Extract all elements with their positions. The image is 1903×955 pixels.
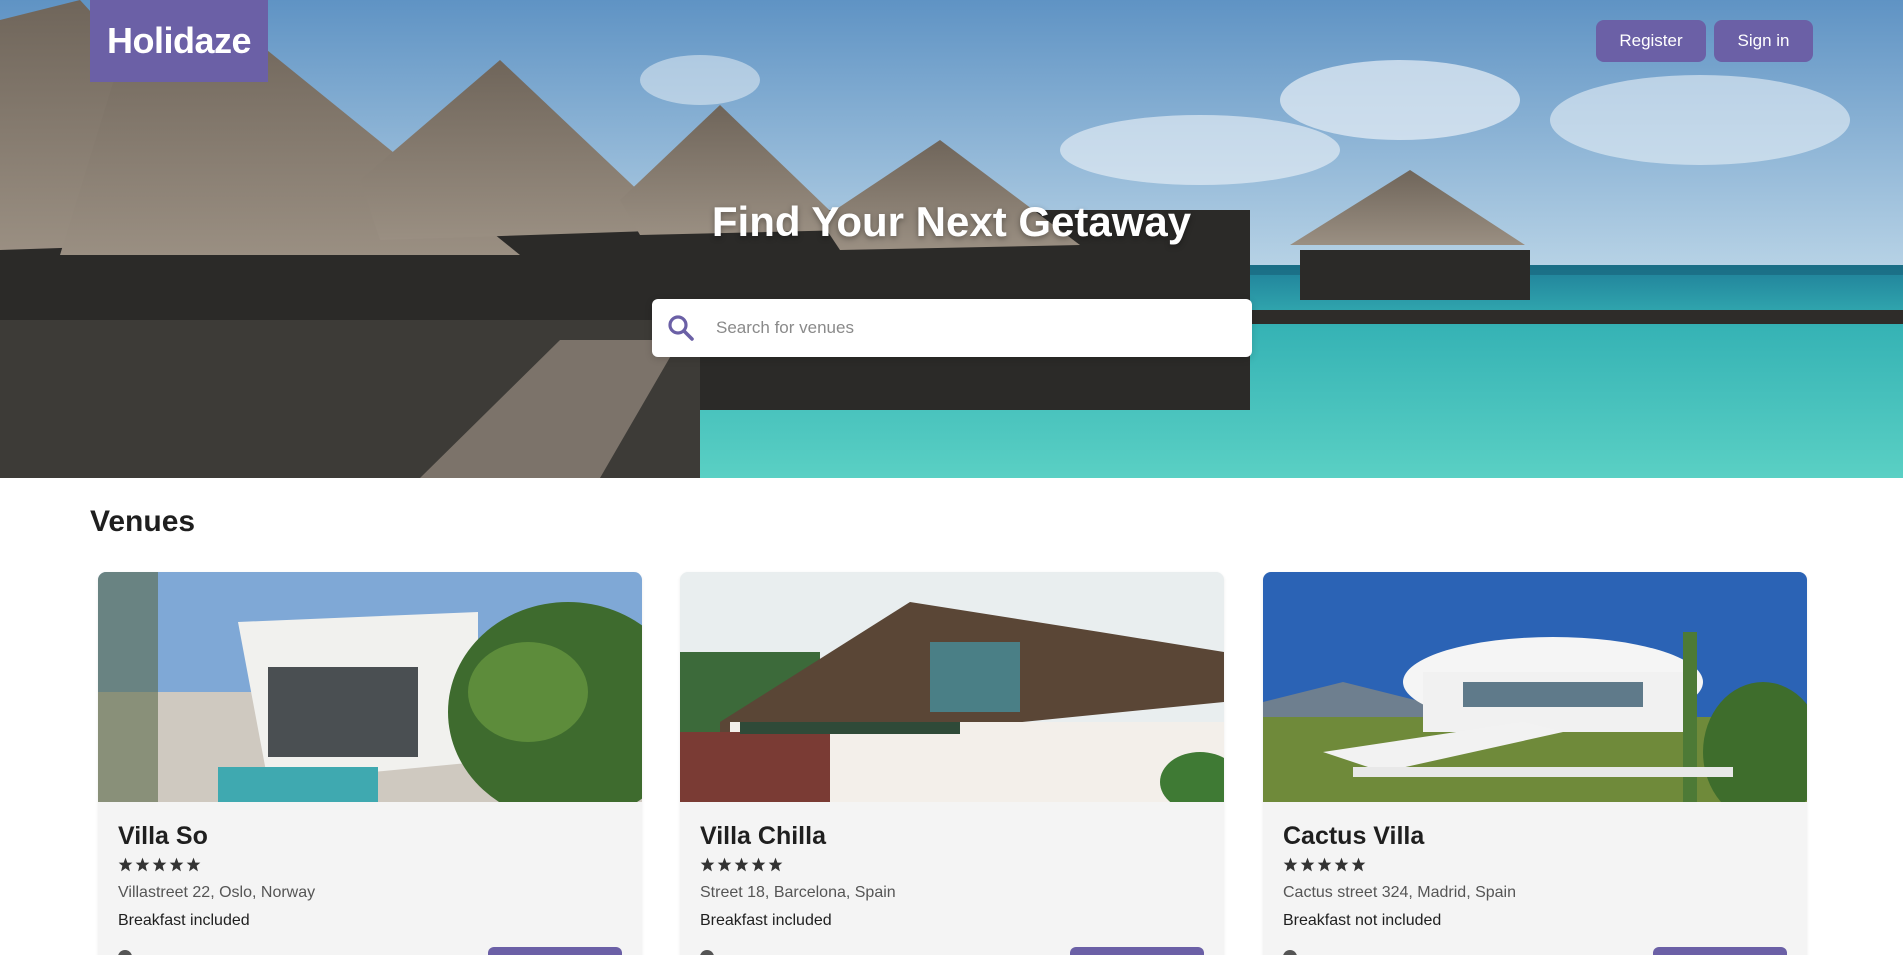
venue-image[interactable]: [1263, 572, 1807, 802]
star-icon: [717, 857, 732, 872]
star-icon: [700, 857, 715, 872]
signin-button[interactable]: Sign in: [1714, 20, 1813, 62]
venues-heading: Venues: [90, 505, 196, 538]
search-icon[interactable]: [666, 313, 696, 343]
star-icon: [751, 857, 766, 872]
star-icon: [1317, 857, 1332, 872]
star-icon: [1283, 857, 1298, 872]
star-icon: [768, 857, 783, 872]
star-icon: [186, 857, 201, 872]
star-icon: [152, 857, 167, 872]
venue-name[interactable]: Villa So: [118, 822, 622, 851]
star-rating: [118, 857, 622, 872]
register-button[interactable]: Register: [1596, 20, 1706, 62]
venue-breakfast: Breakfast included: [700, 912, 832, 929]
star-rating: [700, 857, 1204, 872]
view-venue-button[interactable]: [1653, 947, 1787, 955]
star-icon: [1334, 857, 1349, 872]
info-icon: [118, 950, 132, 955]
venue-address: Villastreet 22, Oslo, Norway: [118, 884, 316, 901]
venue-card[interactable]: Villa So Villastreet 22, Oslo, Norway Br…: [98, 572, 642, 955]
view-venue-button[interactable]: [488, 947, 622, 955]
venue-image[interactable]: [98, 572, 642, 802]
venue-card[interactable]: Villa Chilla Street 18, Barcelona, Spain…: [680, 572, 1224, 955]
venue-address: Street 18, Barcelona, Spain: [700, 884, 896, 901]
venue-image[interactable]: [680, 572, 1224, 802]
star-icon: [734, 857, 749, 872]
info-icon: [700, 950, 714, 955]
view-venue-button[interactable]: [1070, 947, 1204, 955]
star-icon: [169, 857, 184, 872]
venue-name[interactable]: Villa Chilla: [700, 822, 1204, 851]
star-icon: [1300, 857, 1315, 872]
venue-address: Cactus street 324, Madrid, Spain: [1283, 884, 1517, 901]
info-icon: [1283, 950, 1297, 955]
site-logo[interactable]: Holidaze: [90, 0, 268, 82]
venue-breakfast: Breakfast not included: [1283, 912, 1442, 929]
search-input[interactable]: [716, 318, 1216, 338]
star-rating: [1283, 857, 1787, 872]
star-icon: [118, 857, 133, 872]
search-bar[interactable]: [652, 299, 1252, 357]
star-icon: [135, 857, 150, 872]
star-icon: [1351, 857, 1366, 872]
venue-name[interactable]: Cactus Villa: [1283, 822, 1787, 851]
venue-breakfast: Breakfast included: [118, 912, 250, 929]
venue-card[interactable]: Cactus Villa Cactus street 324, Madrid, …: [1263, 572, 1807, 955]
hero-title: Find Your Next Getaway: [711, 198, 1192, 245]
